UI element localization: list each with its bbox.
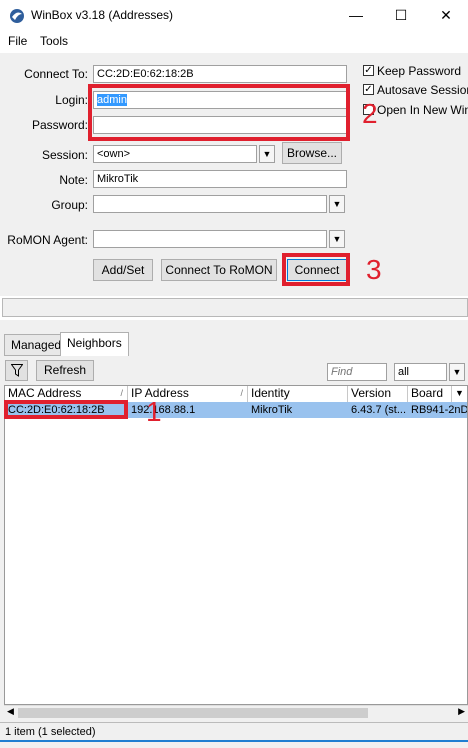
connect-to-field[interactable]: CC:2D:E0:62:18:2B — [93, 65, 347, 83]
status-bar: 1 item (1 selected) — [0, 722, 468, 740]
window-bottom-border — [0, 740, 468, 742]
filter-icon — [10, 364, 23, 377]
cell-identity: MikroTik — [251, 404, 293, 416]
keep-password-label: Keep Password — [377, 64, 462, 78]
find-input[interactable] — [327, 363, 387, 381]
tab-neighbors[interactable]: Neighbors — [60, 332, 129, 356]
title-bar: WinBox v3.18 (Addresses) — ☐ ✕ — [0, 0, 468, 31]
session-label: Session: — [41, 148, 88, 162]
group-dropdown-button[interactable]: ▼ — [329, 195, 345, 213]
scroll-thumb[interactable] — [18, 708, 368, 718]
maximize-button[interactable]: ☐ — [389, 4, 413, 28]
chevron-down-icon: ▼ — [455, 388, 464, 398]
scroll-right-icon[interactable]: ▶ — [458, 706, 465, 717]
annotation-box-1 — [4, 400, 128, 419]
column-header-identity[interactable]: Identity — [248, 386, 348, 402]
window-title: WinBox v3.18 (Addresses) — [31, 8, 174, 22]
note-label: Note: — [59, 173, 88, 187]
minimize-button[interactable]: — — [344, 4, 368, 28]
column-header-board[interactable]: Board — [408, 386, 452, 402]
autosave-session-label: Autosave Session — [377, 83, 468, 97]
chevron-down-icon: ▼ — [332, 234, 342, 244]
connect-to-label: Connect To: — [24, 67, 88, 81]
annotation-box-2 — [88, 84, 350, 141]
horizontal-scrollbar[interactable]: ◀ ▶ — [4, 705, 468, 719]
chevron-down-icon: ▼ — [332, 199, 342, 209]
keep-password-checkbox[interactable]: ✓ — [363, 65, 374, 76]
session-dropdown-button[interactable]: ▼ — [259, 145, 275, 163]
refresh-button[interactable]: Refresh — [36, 360, 94, 381]
close-button[interactable]: ✕ — [434, 4, 458, 28]
menu-file[interactable]: File — [8, 34, 27, 48]
group-label: Group: — [51, 198, 88, 212]
menu-tools[interactable]: Tools — [40, 34, 68, 48]
filter-select[interactable]: all — [394, 363, 447, 381]
romon-dropdown-button[interactable]: ▼ — [329, 230, 345, 248]
annotation-box-3 — [282, 253, 350, 286]
browse-button[interactable]: Browse... — [282, 142, 342, 164]
open-new-window-label: Open In New Wind — [377, 103, 468, 117]
romon-agent-label: RoMON Agent: — [7, 233, 88, 247]
columns-menu-button[interactable]: ▼ — [452, 386, 467, 402]
cell-version: 6.43.7 (st... — [351, 404, 407, 416]
note-field[interactable]: MikroTik — [93, 170, 347, 188]
connection-status-strip — [2, 298, 468, 317]
filter-dropdown-button[interactable]: ▼ — [449, 363, 465, 381]
annotation-number-1: 1 — [146, 396, 162, 427]
filter-button[interactable] — [5, 360, 28, 381]
annotation-number-3: 3 — [366, 254, 382, 285]
password-label: Password: — [31, 118, 88, 132]
tab-managed[interactable]: Managed — [4, 334, 69, 356]
session-select[interactable]: <own> — [93, 145, 257, 163]
winbox-app-icon — [10, 9, 24, 23]
chevron-down-icon: ▼ — [452, 367, 462, 377]
add-set-button[interactable]: Add/Set — [93, 259, 153, 281]
chevron-down-icon: ▼ — [262, 149, 272, 159]
scroll-left-icon[interactable]: ◀ — [7, 706, 14, 717]
column-header-version[interactable]: Version — [348, 386, 408, 402]
connect-to-romon-button[interactable]: Connect To RoMON — [161, 259, 277, 281]
neighbors-table: MAC Address / IP Address / Identity Versio… — [4, 385, 468, 705]
login-label: Login: — [55, 93, 88, 107]
group-select[interactable] — [93, 195, 327, 213]
annotation-number-2: 2 — [362, 98, 378, 129]
cell-board: RB941-2nD — [411, 404, 467, 416]
romon-agent-select[interactable] — [93, 230, 327, 248]
menu-bar: File Tools — [0, 31, 468, 53]
autosave-session-checkbox[interactable]: ✓ — [363, 84, 374, 95]
